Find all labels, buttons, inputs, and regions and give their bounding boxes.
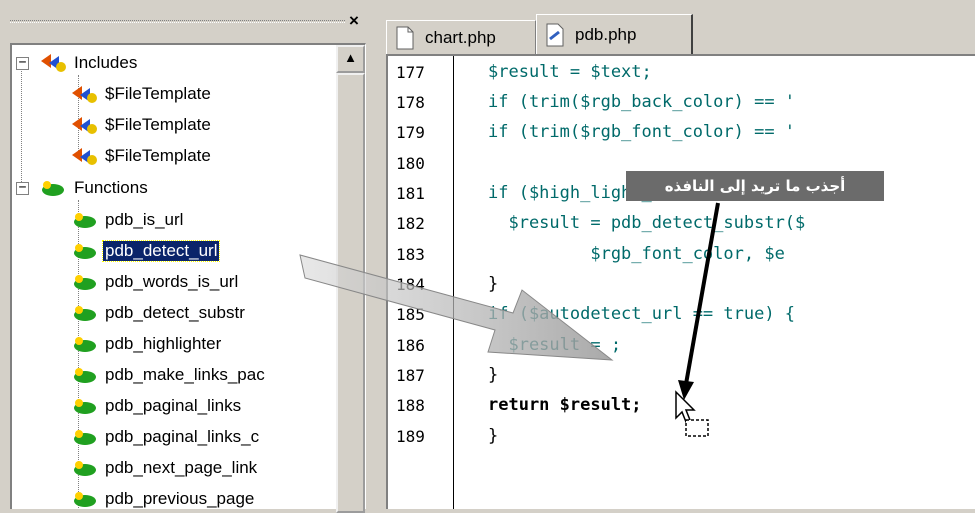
line-number: 177 [396, 62, 425, 82]
code-text: if ($autodetect_url == true) { [488, 304, 796, 324]
line-number: 179 [396, 122, 425, 142]
close-panel-icon[interactable]: × [349, 12, 359, 29]
tree-item[interactable]: $FileTemplate [70, 110, 213, 140]
function-icon [70, 271, 98, 293]
function-icon [70, 302, 98, 324]
code-line: 189 } [388, 421, 975, 451]
code-text: if (trim($rgb_font_color) == ' [488, 122, 796, 142]
line-number: 185 [396, 304, 425, 324]
tree-item[interactable]: pdb_detect_substr [70, 298, 247, 328]
code-line: 177 $result = $text; [388, 57, 975, 87]
code-line: 186 $result = ; [388, 330, 975, 360]
code-text: $rgb_font_color, $e [488, 244, 785, 264]
tree-item[interactable]: pdb_next_page_link [70, 453, 259, 483]
tree-item[interactable]: $FileTemplate [70, 141, 213, 171]
tree-group-includes[interactable]: − Includes [16, 48, 139, 78]
code-line: 187 } [388, 360, 975, 390]
code-text: $result = $text; [488, 62, 652, 82]
line-number: 181 [396, 183, 425, 203]
project-tree-panel: × − Includes $FileTemplate $FileTemplate… [0, 0, 372, 513]
code-text: $result = ; [488, 335, 622, 355]
code-editor[interactable]: 177 $result = $text; 178 if (trim($rgb_b… [386, 54, 975, 509]
tree-view: − Includes $FileTemplate $FileTemplate $… [10, 43, 366, 509]
line-number: 187 [396, 365, 425, 385]
line-number: 178 [396, 92, 425, 112]
code-line: 182 $result = pdb_detect_substr($ [388, 208, 975, 238]
function-icon [70, 364, 98, 386]
tree-connector [21, 63, 22, 188]
tree-item[interactable]: pdb_make_links_pac [70, 360, 267, 390]
code-text: } [488, 274, 499, 294]
code-text: if (trim($rgb_back_color) == ' [488, 92, 796, 112]
line-number: 184 [396, 274, 425, 294]
php-file-icon [545, 23, 565, 47]
line-number: 186 [396, 335, 425, 355]
code-line: 183 $rgb_font_color, $e [388, 239, 975, 269]
function-icon [70, 457, 98, 479]
file-template-icon [70, 114, 98, 136]
tab-label: chart.php [425, 27, 496, 47]
tab-label: pdb.php [575, 24, 637, 44]
tree-item[interactable]: pdb_previous_page [70, 484, 256, 509]
editor-panel: chart.php pdb.php 177 $result = $text; 1… [376, 0, 975, 509]
document-icon [395, 26, 415, 50]
line-number: 189 [396, 426, 425, 446]
code-text: } [488, 426, 499, 446]
line-number: 188 [396, 395, 425, 415]
tree-item[interactable]: pdb_paginal_links [70, 391, 243, 421]
includes-icon [39, 52, 67, 74]
drag-hint-tooltip: أجذب ما تريد إلى النافذه [626, 171, 884, 201]
tree-item[interactable]: pdb_is_url [70, 205, 185, 235]
panel-grip[interactable] [10, 20, 345, 23]
code-text: } [488, 365, 499, 385]
tree-scrollbar[interactable]: ▲ [336, 45, 365, 513]
scroll-thumb[interactable] [336, 73, 365, 513]
file-template-icon [70, 83, 98, 105]
tree-label-functions: Functions [74, 178, 148, 197]
tree-label-includes: Includes [74, 53, 138, 72]
code-text: return $result; [488, 395, 642, 415]
collapse-functions-icon[interactable]: − [16, 181, 29, 195]
tree-item[interactable]: pdb_highlighter [70, 329, 223, 359]
code-text: $result = pdb_detect_substr($ [488, 213, 806, 233]
tab-pdb-php[interactable]: pdb.php [536, 14, 693, 54]
tree-group-functions[interactable]: − Functions [16, 173, 150, 203]
tree-item[interactable]: pdb_paginal_links_c [70, 422, 261, 452]
function-icon [70, 426, 98, 448]
code-line: 185 if ($autodetect_url == true) { [388, 299, 975, 329]
functions-icon [39, 177, 67, 199]
line-number: 180 [396, 153, 425, 173]
tree-item[interactable]: $FileTemplate [70, 79, 213, 109]
line-number: 182 [396, 213, 425, 233]
scroll-up-icon[interactable]: ▲ [336, 45, 365, 73]
function-icon [70, 488, 98, 509]
line-number: 183 [396, 244, 425, 264]
tree-item[interactable]: pdb_words_is_url [70, 267, 240, 297]
code-line: 178 if (trim($rgb_back_color) == ' [388, 87, 975, 117]
function-icon [70, 395, 98, 417]
tab-chart-php[interactable]: chart.php [386, 20, 536, 54]
collapse-includes-icon[interactable]: − [16, 56, 29, 70]
code-line: 188 return $result; [388, 390, 975, 420]
tree-item-selected[interactable]: pdb_detect_url [70, 236, 221, 266]
function-icon [70, 333, 98, 355]
code-line: 179 if (trim($rgb_font_color) == ' [388, 117, 975, 147]
function-icon [70, 240, 98, 262]
code-line: 184 } [388, 269, 975, 299]
file-template-icon [70, 145, 98, 167]
function-icon [70, 209, 98, 231]
